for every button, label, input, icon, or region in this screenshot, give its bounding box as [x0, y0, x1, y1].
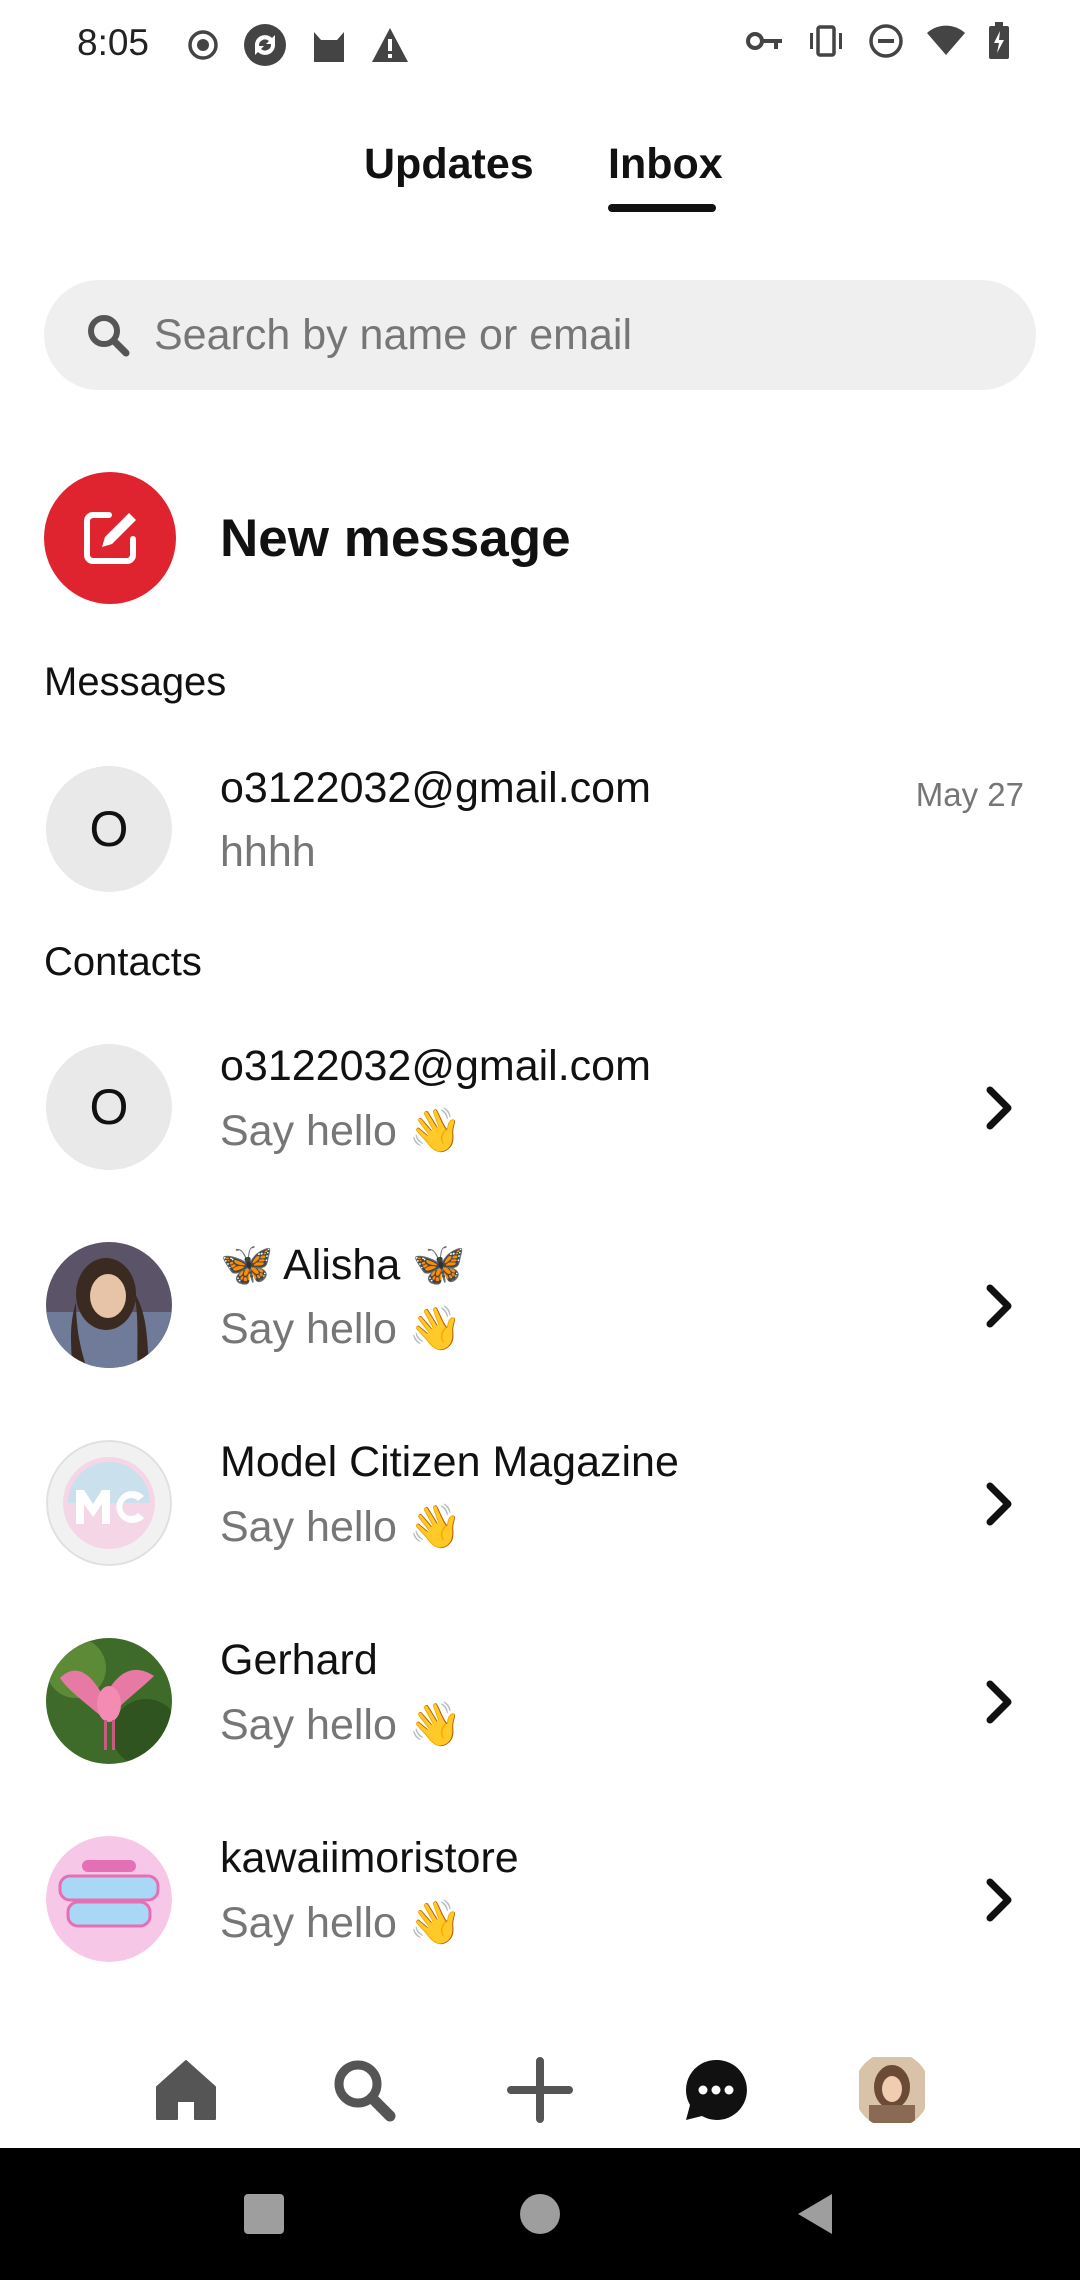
home-icon — [156, 2060, 216, 2120]
system-navigation-bar — [0, 2148, 1080, 2280]
avatar: O — [46, 1044, 172, 1170]
thread-date: May 27 — [915, 776, 1024, 813]
inbox-tabs: Updates Inbox — [0, 140, 1080, 220]
cat-icon — [314, 32, 344, 62]
thread-name: o3122032@gmail.com — [220, 764, 651, 812]
nav-search[interactable] — [326, 2052, 402, 2128]
chevron-right-icon — [986, 1482, 1012, 1526]
nav-messages[interactable] — [678, 2052, 754, 2128]
contact-name: o3122032@gmail.com — [220, 1042, 651, 1090]
message-thread-row[interactable]: O o3122032@gmail.com hhhh May 27 — [0, 740, 1080, 920]
search-icon — [88, 315, 130, 357]
chevron-right-icon — [986, 1878, 1012, 1922]
contact-subtitle: Say hello 👋 — [220, 1107, 463, 1155]
status-bar: 8:05 — [0, 0, 1080, 88]
tab-inbox[interactable]: Inbox — [608, 140, 723, 189]
avatar-photo-person — [46, 1242, 172, 1368]
do-not-disturb-icon — [869, 24, 903, 58]
contact-subtitle: Say hello 👋 — [220, 1305, 463, 1353]
back-button[interactable] — [792, 2190, 840, 2238]
chevron-right-icon — [986, 1284, 1012, 1328]
vpn-key-icon — [746, 32, 782, 50]
messages-icon — [685, 2059, 747, 2120]
thread-preview: hhhh — [220, 828, 316, 876]
contact-row[interactable]: O o3122032@gmail.com Say hello 👋 — [0, 1018, 1080, 1198]
contact-subtitle: Say hello 👋 — [220, 1701, 463, 1749]
nav-profile-avatar[interactable] — [854, 2052, 930, 2128]
bottom-navigation — [0, 2020, 1080, 2160]
new-message-label: New message — [220, 508, 571, 568]
contact-subtitle: Say hello 👋 — [220, 1503, 463, 1551]
contact-name: 🦋 Alisha 🦋 — [220, 1241, 466, 1289]
create-plus-icon — [507, 2057, 573, 2123]
warning-icon — [372, 28, 408, 62]
compose-icon — [84, 512, 136, 564]
inbox-screen: 8:05 Updates Inbox Search by name or ema… — [0, 0, 1080, 2280]
contact-subtitle: Say hello 👋 — [220, 1899, 463, 1947]
wifi-icon — [927, 25, 965, 55]
vibrate-icon — [810, 25, 842, 57]
battery-charging-icon — [989, 22, 1009, 59]
recents-button[interactable] — [240, 2190, 288, 2238]
record-icon — [188, 30, 218, 60]
contact-name: Model Citizen Magazine — [220, 1438, 679, 1486]
contact-row[interactable]: 🦋 Alisha 🦋 Say hello 👋 — [0, 1216, 1080, 1396]
messages-section-header: Messages — [44, 660, 227, 704]
profile-avatar-image — [859, 2057, 925, 2123]
avatar: O — [46, 766, 172, 892]
home-button[interactable] — [516, 2190, 564, 2238]
contact-row[interactable]: Gerhard Say hello 👋 — [0, 1612, 1080, 1792]
chevron-right-icon — [986, 1680, 1012, 1724]
avatar-logo-kawaii-mori — [46, 1836, 172, 1962]
contact-row[interactable]: kawaiimoristore Say hello 👋 — [0, 1810, 1080, 1990]
search-bar[interactable] — [44, 280, 1036, 390]
contact-name: Gerhard — [220, 1636, 378, 1684]
nav-create[interactable] — [502, 2052, 578, 2128]
contact-row[interactable]: Model Citizen Magazine Say hello 👋 — [0, 1414, 1080, 1594]
contacts-section-header: Contacts — [44, 940, 202, 984]
chevron-right-icon — [986, 1086, 1012, 1130]
status-time: 8:05 — [77, 22, 150, 63]
avatar-photo-flamingo — [46, 1638, 172, 1764]
active-tab-indicator — [608, 204, 716, 212]
compose-icon-circle — [44, 472, 176, 604]
new-message-button[interactable]: New message — [44, 472, 571, 604]
avatar-logo-mc — [46, 1440, 172, 1566]
nav-home[interactable] — [148, 2052, 224, 2128]
search-icon — [334, 2060, 396, 2122]
search-input[interactable] — [154, 310, 974, 360]
tab-updates[interactable]: Updates — [364, 140, 534, 189]
sync-icon — [244, 24, 286, 66]
contact-name: kawaiimoristore — [220, 1834, 519, 1882]
